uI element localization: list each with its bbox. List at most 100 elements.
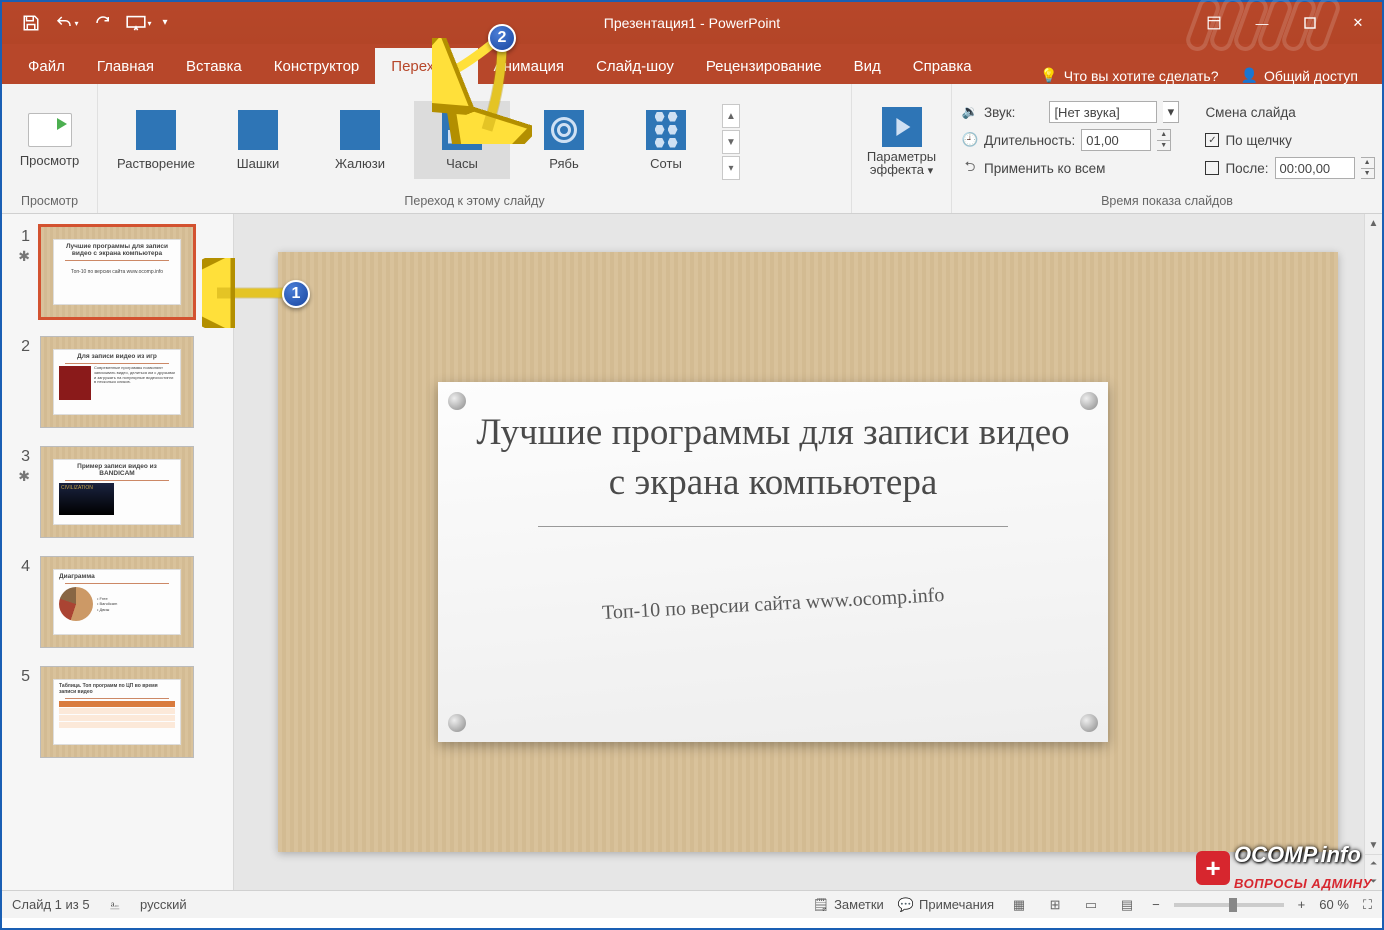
title-bar: ▾ ▾ ▾ Презентация1 - PowerPoint — ✕ bbox=[2, 2, 1382, 44]
slide-thumbnails-panel: 1✱ Лучшие программы для записи видео с э… bbox=[2, 214, 234, 890]
quick-access-toolbar: ▾ ▾ ▾ bbox=[14, 8, 172, 38]
watermark: + OCOMP.info ВОПРОСЫ АДМИНУ bbox=[1196, 842, 1372, 894]
redo-button[interactable] bbox=[86, 8, 120, 38]
tab-slideshow[interactable]: Слайд-шоу bbox=[580, 48, 690, 84]
language-indicator[interactable]: русский bbox=[140, 897, 187, 912]
share-label: Общий доступ bbox=[1264, 68, 1358, 84]
transition-label: Рябь bbox=[549, 156, 579, 171]
duration-spinner[interactable]: ▲▼ bbox=[1157, 129, 1171, 151]
maximize-button[interactable] bbox=[1286, 8, 1334, 38]
tab-insert[interactable]: Вставка bbox=[170, 48, 258, 84]
transition-blinds[interactable]: Жалюзи bbox=[312, 101, 408, 179]
sound-dropdown[interactable]: [Нет звука] bbox=[1049, 101, 1157, 123]
after-checkbox[interactable] bbox=[1205, 161, 1219, 175]
save-button[interactable] bbox=[14, 8, 48, 38]
tab-home[interactable]: Главная bbox=[81, 48, 170, 84]
duration-input[interactable]: 01,00 bbox=[1081, 129, 1151, 151]
sound-value: [Нет звука] bbox=[1054, 105, 1119, 120]
share-button[interactable]: 👤 Общий доступ bbox=[1241, 67, 1359, 84]
notes-icon: 🗒 bbox=[813, 897, 830, 913]
fit-to-window-button[interactable]: ⛶ bbox=[1363, 897, 1372, 913]
clock-icon bbox=[442, 110, 482, 150]
slide-title[interactable]: Лучшие программы для записи видео с экра… bbox=[472, 408, 1074, 508]
preview-label: Просмотр bbox=[20, 153, 79, 168]
window-title: Презентация1 - PowerPoint bbox=[604, 15, 780, 31]
tab-view[interactable]: Вид bbox=[838, 48, 897, 84]
tab-review[interactable]: Рецензирование bbox=[690, 48, 838, 84]
transition-label: Растворение bbox=[117, 156, 195, 171]
zoom-in-button[interactable]: + bbox=[1298, 897, 1306, 912]
thumb-number: 5 bbox=[10, 666, 30, 758]
slide-thumbnail-2[interactable]: Для записи видео из игрСовременные прогр… bbox=[40, 336, 194, 428]
transition-label: Часы bbox=[446, 156, 478, 171]
slide-canvas[interactable]: Лучшие программы для записи видео с экра… bbox=[278, 252, 1338, 852]
workspace: 1 ✱ Лучшие программы для записи видео с э… bbox=[2, 214, 1382, 890]
vertical-scrollbar: ▲ ▼ ⏶ ⏷ bbox=[1364, 214, 1382, 890]
ribbon-tabs: Файл Главная Вставка Конструктор Переход… bbox=[2, 44, 1382, 84]
tab-file[interactable]: Файл bbox=[12, 48, 81, 84]
normal-view-button[interactable]: ▦ bbox=[1008, 896, 1030, 914]
comments-button[interactable]: 💬Примечания bbox=[898, 897, 994, 913]
gallery-more-button[interactable]: ▾ bbox=[722, 156, 740, 180]
play-preview-icon bbox=[28, 113, 72, 147]
zoom-level[interactable]: 60 % bbox=[1319, 897, 1349, 912]
effect-options-button[interactable]: Параметры эффекта ▾ bbox=[867, 103, 936, 177]
tab-transitions[interactable]: Переходы bbox=[375, 48, 477, 84]
zoom-slider[interactable] bbox=[1174, 903, 1284, 907]
after-time-input[interactable]: 00:00,00 bbox=[1275, 157, 1355, 179]
sorter-view-button[interactable]: ⊞ bbox=[1044, 896, 1066, 914]
gallery-down-button[interactable]: ▼ bbox=[722, 130, 740, 154]
slide-content-card: Лучшие программы для записи видео с экра… bbox=[438, 382, 1108, 742]
zoom-out-button[interactable]: − bbox=[1152, 897, 1160, 912]
tab-help[interactable]: Справка bbox=[897, 48, 988, 84]
preview-button[interactable]: Просмотр bbox=[14, 109, 85, 172]
window-controls: — ✕ bbox=[1190, 8, 1382, 38]
tab-animations[interactable]: Анимация bbox=[478, 48, 580, 84]
spellcheck-icon[interactable]: ⎁ bbox=[110, 897, 120, 913]
thumb-row-3: 3✱ Пример записи видео из BANDICAMCIVILI… bbox=[10, 446, 225, 538]
transition-honeycomb[interactable]: Соты bbox=[618, 101, 714, 179]
reading-view-button[interactable]: ▭ bbox=[1080, 896, 1102, 914]
advance-slide-header: Смена слайда bbox=[1205, 105, 1295, 120]
annotation-badge-1: 1 bbox=[282, 280, 310, 308]
gallery-scroll: ▲ ▼ ▾ bbox=[722, 104, 740, 180]
watermark-plus-icon: + bbox=[1196, 851, 1230, 885]
thumb-number: 3✱ bbox=[10, 446, 30, 538]
scrollbar-track[interactable] bbox=[1365, 232, 1382, 836]
after-time-spinner[interactable]: ▲▼ bbox=[1361, 157, 1375, 179]
tab-design[interactable]: Конструктор bbox=[258, 48, 376, 84]
screw-decor bbox=[448, 392, 466, 410]
notes-button[interactable]: 🗒Заметки bbox=[813, 897, 884, 913]
transition-dissolve[interactable]: Растворение bbox=[108, 101, 204, 179]
minimize-button[interactable]: — bbox=[1238, 8, 1286, 38]
transition-clock[interactable]: Часы bbox=[414, 101, 510, 179]
qat-customize-button[interactable]: ▾ bbox=[158, 8, 172, 38]
tell-me-search[interactable]: 💡 Что вы хотите сделать? bbox=[1040, 67, 1218, 84]
transition-checkerboard[interactable]: Шашки bbox=[210, 101, 306, 179]
scroll-up-button[interactable]: ▲ bbox=[1365, 214, 1382, 232]
transition-star-icon: ✱ bbox=[18, 468, 30, 485]
transition-ripple[interactable]: Рябь bbox=[516, 101, 612, 179]
close-button[interactable]: ✕ bbox=[1334, 8, 1382, 38]
slide-thumbnail-5[interactable]: Таблица. Топ программ по ЦП во время зап… bbox=[40, 666, 194, 758]
on-click-checkbox[interactable]: ✓ bbox=[1205, 133, 1219, 147]
slide-thumbnail-3[interactable]: Пример записи видео из BANDICAMCIVILIZAT… bbox=[40, 446, 194, 538]
screw-decor bbox=[1080, 714, 1098, 732]
status-bar: Слайд 1 из 5 ⎁ русский 🗒Заметки 💬Примеча… bbox=[2, 890, 1382, 918]
gallery-up-button[interactable]: ▲ bbox=[722, 104, 740, 128]
on-click-label: По щелчку bbox=[1225, 133, 1291, 148]
ribbon: Просмотр Просмотр Растворение Шашки Жалю… bbox=[2, 84, 1382, 214]
slide-thumbnail-1[interactable]: Лучшие программы для записи видео с экра… bbox=[40, 226, 194, 318]
slideshow-view-button[interactable]: ▤ bbox=[1116, 896, 1138, 914]
effect-options-icon bbox=[882, 107, 922, 147]
ribbon-options-button[interactable] bbox=[1190, 8, 1238, 38]
sound-dropdown-arrow[interactable]: ▾ bbox=[1163, 101, 1179, 123]
transition-label: Жалюзи bbox=[335, 156, 385, 171]
ripple-icon bbox=[544, 110, 584, 150]
apply-all-button[interactable]: Применить ко всем bbox=[984, 161, 1105, 176]
undo-button[interactable]: ▾ bbox=[50, 8, 84, 38]
slide-thumbnail-4[interactable]: Диаграмма• Free• Bandicam• Движ bbox=[40, 556, 194, 648]
start-slideshow-button[interactable]: ▾ bbox=[122, 8, 156, 38]
honeycomb-icon bbox=[646, 110, 686, 150]
slide-subtitle[interactable]: Топ-10 по версии сайта www.ocomp.info bbox=[601, 584, 944, 625]
